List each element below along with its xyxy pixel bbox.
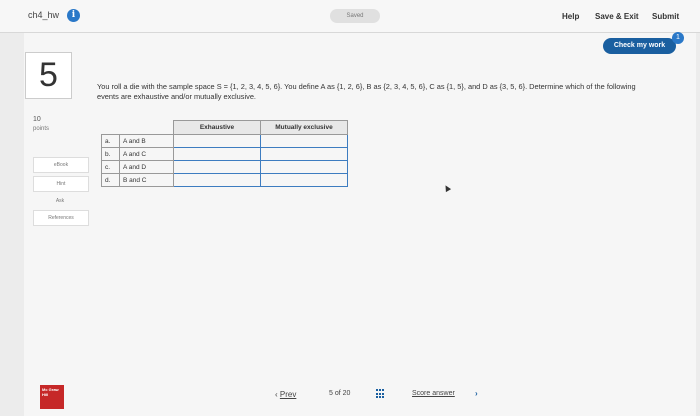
grid-icon[interactable]: [376, 389, 386, 399]
mutually-exclusive-select-a[interactable]: [260, 134, 348, 148]
ask-button[interactable]: Ask: [33, 194, 87, 208]
mutually-exclusive-select-d[interactable]: [260, 173, 348, 187]
mutually-exclusive-select-b[interactable]: [260, 147, 348, 161]
table-row: a. A and B: [101, 134, 348, 148]
row-events: B and C: [119, 173, 174, 187]
ebook-button[interactable]: eBook: [33, 157, 89, 173]
row-letter: a.: [101, 134, 120, 148]
row-letter: d.: [101, 173, 120, 187]
prev-label: Prev: [279, 390, 297, 399]
references-button[interactable]: References: [33, 210, 89, 226]
page-indicator: 5 of 20: [329, 390, 351, 397]
answer-table: Exhaustive Mutually exclusive a. A and B…: [101, 120, 348, 187]
prev-button[interactable]: ‹ Prev: [275, 390, 296, 399]
row-events: A and C: [119, 147, 174, 161]
info-icon[interactable]: i: [67, 9, 80, 22]
points-value: 10: [33, 116, 41, 123]
top-bar: ch4_hw i Saved Help Save & Exit Submit: [0, 0, 700, 33]
row-letter: c.: [101, 160, 120, 174]
exhaustive-select-d[interactable]: [173, 173, 261, 187]
check-my-work-button[interactable]: Check my work: [603, 38, 676, 54]
exhaustive-select-c[interactable]: [173, 160, 261, 174]
exhaustive-header: Exhaustive: [173, 120, 261, 135]
table-row: d. B and C: [101, 173, 348, 187]
mutually-exclusive-select-c[interactable]: [260, 160, 348, 174]
saved-status-badge: Saved: [330, 9, 380, 23]
mutually-exclusive-header: Mutually exclusive: [260, 120, 348, 135]
submit-button[interactable]: Submit: [652, 12, 679, 21]
row-letter: b.: [101, 147, 120, 161]
mcgraw-hill-logo: Mc Graw Hill: [40, 385, 64, 409]
table-row: b. A and C: [101, 147, 348, 161]
save-exit-button[interactable]: Save & Exit: [595, 12, 639, 21]
row-events: A and D: [119, 160, 174, 174]
question-number: 5: [25, 52, 72, 99]
next-arrow-icon[interactable]: ›: [475, 389, 478, 398]
points-label: points: [33, 126, 50, 132]
exhaustive-select-b[interactable]: [173, 147, 261, 161]
table-row: c. A and D: [101, 160, 348, 174]
help-button[interactable]: Help: [562, 12, 579, 21]
hint-button[interactable]: Hint: [33, 176, 89, 192]
question-text: You roll a die with the sample space S =…: [97, 82, 636, 101]
check-work-count-badge: 1: [672, 32, 684, 44]
row-events: A and B: [119, 134, 174, 148]
exhaustive-select-a[interactable]: [173, 134, 261, 148]
score-answer-button[interactable]: Score answer: [412, 390, 455, 397]
assignment-title: ch4_hw: [28, 10, 60, 20]
